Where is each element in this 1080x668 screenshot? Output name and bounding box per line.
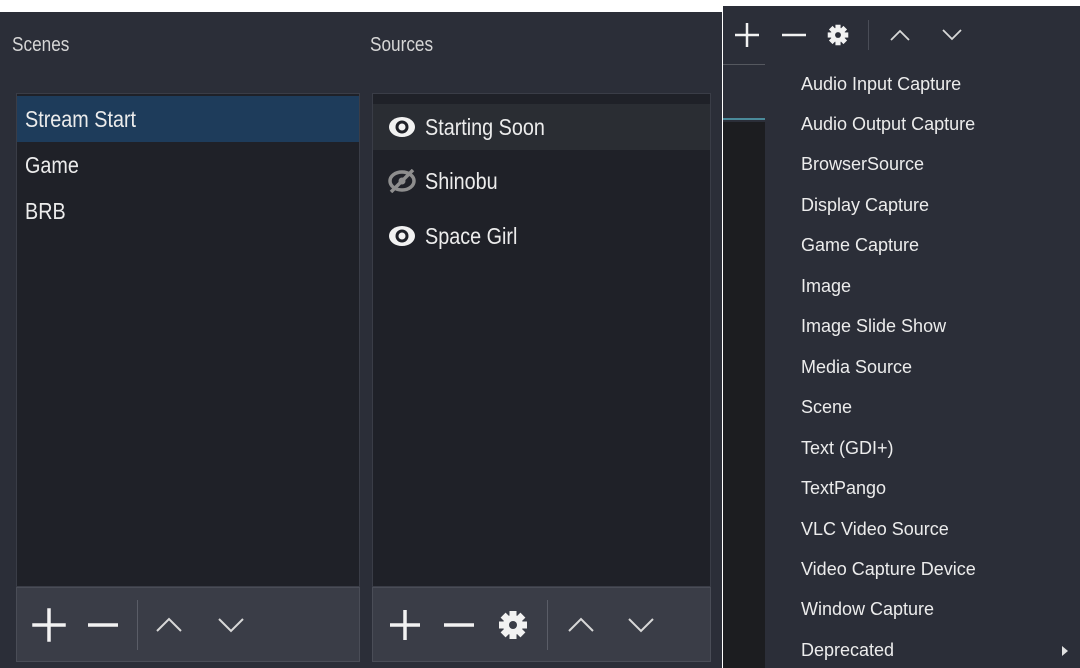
move-source-up-button[interactable] bbox=[885, 18, 915, 52]
menu-item-text-gdi[interactable]: Text (GDI+) bbox=[801, 428, 894, 468]
move-source-down-button[interactable] bbox=[623, 588, 659, 661]
scenes-dock-title: Scenes bbox=[12, 34, 70, 56]
chevron-up-icon bbox=[156, 617, 182, 632]
sources-list[interactable]: Starting Soon Shinobu Space Girl bbox=[372, 93, 711, 587]
menu-item-deprecated[interactable]: Deprecated bbox=[801, 630, 894, 668]
menu-item-media-source[interactable]: Media Source bbox=[801, 347, 912, 387]
add-source-menu: Audio Input Capture Audio Output Capture… bbox=[765, 64, 1080, 668]
minus-icon bbox=[444, 622, 474, 627]
eye-icon[interactable] bbox=[387, 115, 417, 139]
source-item-label: Space Girl bbox=[425, 223, 518, 249]
move-scene-up-button[interactable] bbox=[151, 588, 187, 661]
scene-item-brb[interactable]: BRB bbox=[17, 188, 359, 234]
menu-item-audio-output-capture[interactable]: Audio Output Capture bbox=[801, 104, 975, 144]
plus-icon bbox=[735, 23, 759, 47]
remove-source-button[interactable] bbox=[439, 588, 479, 661]
menu-item-game-capture[interactable]: Game Capture bbox=[801, 225, 919, 265]
minus-icon bbox=[782, 33, 806, 37]
menu-item-vlc-video-source[interactable]: VLC Video Source bbox=[801, 509, 949, 549]
move-source-down-button[interactable] bbox=[937, 18, 967, 52]
menu-item-text-pango[interactable]: TextPango bbox=[801, 468, 886, 508]
scenes-list[interactable]: Stream Start Game BRB bbox=[16, 93, 360, 587]
plus-icon bbox=[390, 609, 420, 640]
menu-item-video-capture-device[interactable]: Video Capture Device bbox=[801, 549, 976, 589]
obs-docks-panel: Scenes Sources Stream Start Game BRB Sta… bbox=[0, 12, 722, 668]
remove-scene-button[interactable] bbox=[83, 588, 123, 661]
source-item-shinobu[interactable]: Shinobu bbox=[373, 158, 710, 204]
underlying-preview-edge bbox=[723, 118, 765, 120]
scene-item-label: BRB bbox=[25, 198, 66, 224]
toolbar-separator bbox=[137, 600, 138, 650]
menu-item-audio-input-capture[interactable]: Audio Input Capture bbox=[801, 64, 961, 104]
add-source-button[interactable] bbox=[385, 588, 425, 661]
menu-item-display-capture[interactable]: Display Capture bbox=[801, 185, 929, 225]
move-scene-down-button[interactable] bbox=[213, 588, 249, 661]
underlying-divider bbox=[723, 64, 765, 65]
add-source-button[interactable] bbox=[731, 18, 763, 52]
chevron-up-icon bbox=[890, 29, 910, 41]
plus-icon bbox=[32, 607, 66, 642]
chevron-down-icon bbox=[942, 29, 962, 41]
move-source-up-button[interactable] bbox=[563, 588, 599, 661]
menu-item-image-slide-show[interactable]: Image Slide Show bbox=[801, 306, 946, 346]
minus-icon bbox=[88, 622, 118, 627]
source-item-starting-soon[interactable]: Starting Soon bbox=[373, 104, 710, 150]
source-item-space-girl[interactable]: Space Girl bbox=[373, 213, 710, 259]
scene-item-stream-start[interactable]: Stream Start bbox=[17, 96, 359, 142]
gear-icon bbox=[499, 610, 527, 639]
chevron-down-icon bbox=[628, 617, 654, 632]
sources-dock-title: Sources bbox=[370, 34, 434, 56]
toolbar-separator bbox=[547, 600, 548, 650]
menu-item-window-capture[interactable]: Window Capture bbox=[801, 589, 934, 629]
chevron-up-icon bbox=[568, 617, 594, 632]
gear-icon bbox=[827, 24, 849, 46]
menu-item-image[interactable]: Image bbox=[801, 266, 851, 306]
add-scene-button[interactable] bbox=[29, 588, 69, 661]
scenes-toolbar bbox=[16, 587, 360, 662]
toolbar-separator bbox=[868, 20, 869, 50]
eye-slash-icon[interactable] bbox=[387, 168, 417, 193]
submenu-arrow-icon bbox=[1062, 646, 1068, 656]
sources-toolbar bbox=[372, 587, 711, 662]
eye-icon[interactable] bbox=[387, 224, 417, 248]
add-source-menu-panel: Audio Input Capture Audio Output Capture… bbox=[723, 6, 1080, 668]
source-item-label: Shinobu bbox=[425, 168, 498, 194]
underlying-preview bbox=[723, 122, 765, 668]
scene-item-label: Game bbox=[25, 152, 79, 178]
scene-item-label: Stream Start bbox=[25, 106, 137, 132]
remove-source-button[interactable] bbox=[779, 18, 809, 52]
source-item-label: Starting Soon bbox=[425, 114, 545, 140]
source-properties-button[interactable] bbox=[493, 588, 533, 661]
menu-item-scene[interactable]: Scene bbox=[801, 387, 852, 427]
chevron-down-icon bbox=[218, 617, 244, 632]
menu-item-browser-source[interactable]: BrowserSource bbox=[801, 144, 924, 184]
scene-item-game[interactable]: Game bbox=[17, 142, 359, 188]
source-properties-button[interactable] bbox=[823, 18, 853, 52]
